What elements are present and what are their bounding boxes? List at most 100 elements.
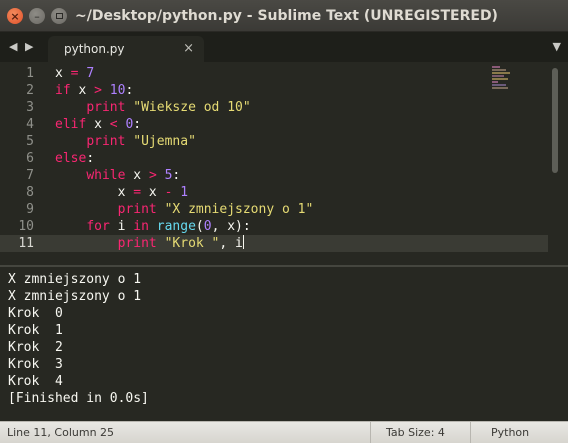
tab-size-selector[interactable]: Tab Size: 4 (386, 426, 445, 439)
line-number: 9 (26, 202, 34, 217)
close-icon: × (10, 9, 20, 23)
output-line: Krok 3 (8, 357, 63, 372)
line-number: 7 (26, 168, 34, 183)
code-token: print (117, 202, 157, 217)
code-token: if (55, 83, 71, 98)
output-line: [Finished in 0.0s] (8, 391, 149, 406)
text-cursor (242, 235, 244, 249)
tab-scroll-left-icon[interactable]: ◀ (9, 40, 17, 54)
tab-bar: ◀ ▶ python.py × ▼ (0, 32, 568, 62)
close-window-button[interactable]: × (7, 8, 23, 24)
line-number: 6 (26, 151, 34, 166)
code-token: : (172, 168, 181, 183)
code-token: 10 (109, 83, 126, 98)
tab-list-dropdown-icon[interactable]: ▼ (553, 40, 561, 53)
maximize-icon (55, 13, 63, 19)
code-line[interactable]: print "Wieksze od 10" (55, 99, 495, 116)
code-line[interactable]: elif x < 0: (55, 116, 495, 133)
output-line: Krok 0 (8, 306, 63, 321)
output-line: X zmniejszony o 1 (8, 289, 142, 304)
tab-close-icon[interactable]: × (183, 41, 194, 56)
code-token: while (86, 168, 126, 183)
code-token: else (55, 151, 87, 166)
code-token: x (55, 66, 71, 81)
line-number: 1 (26, 66, 34, 81)
line-number: 10 (18, 219, 34, 234)
status-divider (370, 422, 371, 443)
tab-scroll-right-icon[interactable]: ▶ (25, 40, 33, 54)
output-line: X zmniejszony o 1 (8, 272, 142, 287)
code-area[interactable]: x = 7 if x > 10: print "Wieksze od 10" eli… (55, 65, 495, 252)
code-token: i (109, 219, 134, 234)
minimize-window-button[interactable]: – (29, 8, 45, 24)
code-token: x (86, 117, 110, 132)
code-token: "Krok " (164, 236, 220, 251)
line-number: 11 (18, 236, 34, 251)
code-token: > (94, 83, 102, 98)
line-number-gutter: 1 2 3 4 5 6 7 8 9 10 11 (0, 65, 42, 252)
code-line[interactable]: if x > 10: (55, 82, 495, 99)
code-token: for (86, 219, 110, 234)
code-editor[interactable]: 1 2 3 4 5 6 7 8 9 10 11 x = 7 if x > 10: print "Wie… (0, 62, 568, 265)
title-bar: × – ~/Desktop/python.py - Sublime Text (… (0, 0, 568, 32)
code-token: elif (55, 117, 87, 132)
code-line[interactable]: else: (55, 150, 495, 167)
build-output-panel[interactable]: X zmniejszony o 1 X zmniejszony o 1 Krok 0… (0, 267, 568, 416)
maximize-window-button[interactable] (51, 8, 67, 24)
code-token: 0 (203, 219, 212, 234)
code-token: : (133, 117, 142, 132)
code-token: 7 (86, 66, 95, 81)
code-token: > (148, 168, 157, 183)
tab-python-py[interactable]: python.py × (48, 36, 204, 62)
cursor-position: Line 11, Column 25 (7, 426, 115, 439)
code-line[interactable]: x = 7 (55, 65, 495, 82)
line-number: 3 (26, 100, 34, 115)
line-number: 2 (26, 83, 34, 98)
minimize-icon: – (34, 9, 40, 23)
code-token: x (141, 185, 165, 200)
code-line[interactable]: print "Ujemna" (55, 133, 495, 150)
code-token: range (156, 219, 196, 234)
code-line[interactable]: print "Krok ", i (55, 235, 495, 252)
tab-label: python.py (64, 42, 125, 56)
code-token: = (133, 185, 142, 200)
code-token: in (133, 219, 149, 234)
code-line[interactable]: print "X zmniejszony o 1" (55, 201, 495, 218)
code-token: print (117, 236, 157, 251)
code-token: "Ujemna" (133, 134, 196, 149)
code-token: print (86, 100, 126, 115)
code-token: x (125, 168, 149, 183)
output-line: Krok 1 (8, 323, 63, 338)
code-token: 1 (180, 185, 189, 200)
window-title: ~/Desktop/python.py - Sublime Text (UNRE… (75, 8, 498, 24)
code-line[interactable]: for i in range(0, x): (55, 218, 495, 235)
code-line[interactable]: x = x - 1 (55, 184, 495, 201)
code-token: x (70, 83, 95, 98)
syntax-selector[interactable]: Python (491, 426, 529, 439)
code-token: print (86, 134, 126, 149)
code-token: : (86, 151, 95, 166)
minimap[interactable] (492, 66, 522, 96)
code-token: "X zmniejszony o 1" (164, 202, 314, 217)
editor-scrollbar-thumb[interactable] (552, 68, 558, 173)
line-number: 5 (26, 134, 34, 149)
code-token: , x): (211, 219, 251, 234)
status-divider (470, 422, 471, 443)
line-number: 4 (26, 117, 34, 132)
code-token: : (125, 83, 134, 98)
code-token: ( (195, 219, 204, 234)
output-line: Krok 2 (8, 340, 63, 355)
code-token: < (109, 117, 118, 132)
code-line[interactable]: while x > 5: (55, 167, 495, 184)
